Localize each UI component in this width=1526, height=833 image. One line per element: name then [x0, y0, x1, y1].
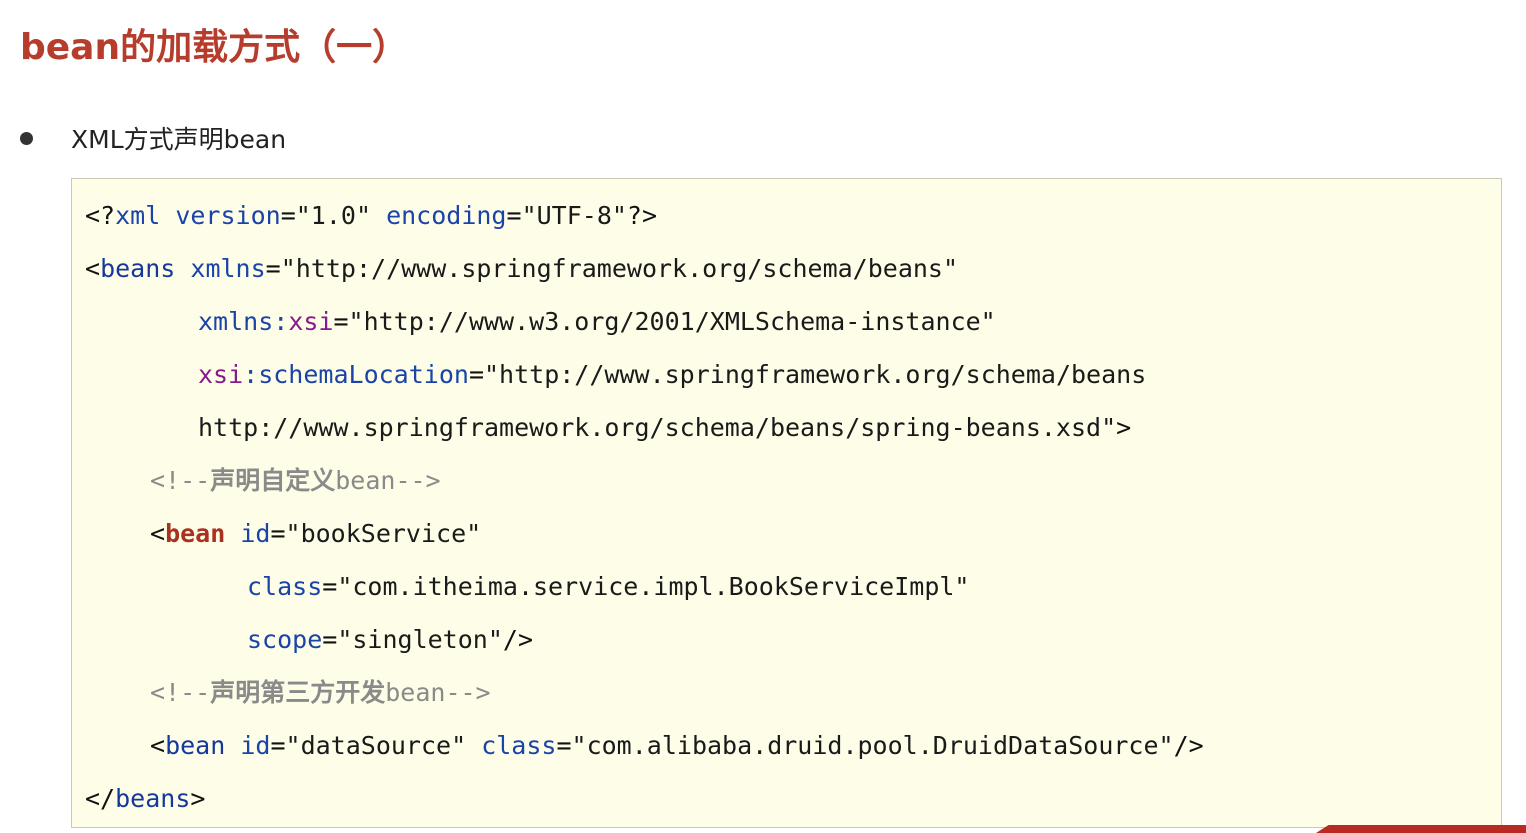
version-attribute: version [175, 201, 281, 230]
beans-tag-name: beans [115, 784, 191, 813]
xml-decl-close: ?> [626, 201, 658, 230]
schema-location-value-continued: http://www.springframework.org/schema/be… [198, 413, 1117, 442]
equals-sign: = [556, 731, 572, 760]
self-close-bracket: /> [1173, 731, 1204, 760]
corner-decoration [1316, 825, 1526, 833]
code-line-11: <bean id="dataSource" class="com.alibaba… [150, 726, 1204, 766]
code-block: <?xml version="1.0" encoding="UTF-8"?> <… [71, 178, 1502, 828]
tag-open-bracket: < [150, 731, 166, 760]
tag-close-bracket: > [1116, 413, 1132, 442]
schema-location-value: "http://www.springframework.org/schema/b… [484, 360, 1147, 389]
id-value: "bookService" [285, 519, 482, 548]
beans-tag-name: beans [100, 254, 176, 283]
bullet-dot-icon [20, 131, 33, 145]
comment-text: 声明自定义 [210, 466, 336, 495]
code-line-8: class="com.itheima.service.impl.BookServ… [247, 567, 969, 607]
self-close-bracket: /> [502, 625, 534, 654]
bullet-text: XML方式声明bean [71, 125, 287, 154]
id-attribute: id [240, 731, 271, 760]
equals-sign: = [270, 731, 286, 760]
comment-open: <!-- [150, 678, 211, 707]
equals-sign: = [322, 572, 338, 601]
bean-tag-name: bean [165, 731, 226, 760]
code-line-10: <!--声明第三方开发bean--> [150, 673, 491, 713]
class-attribute: class [247, 572, 323, 601]
code-line-3: xmlns:xsi="http://www.w3.org/2001/XMLSch… [198, 302, 996, 342]
encoding-attribute: encoding [386, 201, 507, 230]
comment-text: 声明第三方开发 [210, 678, 386, 707]
class-value: "com.itheima.service.impl.BookServiceImp… [337, 572, 970, 601]
xmlns-xsi-value: "http://www.w3.org/2001/XMLSchema-instan… [348, 307, 996, 336]
equals-sign: = [270, 519, 286, 548]
bean-tag-name: bean [165, 519, 226, 548]
code-line-2: <beans xmlns="http://www.springframework… [85, 249, 958, 289]
id-attribute: id [240, 519, 271, 548]
tag-close-bracket: > [190, 784, 206, 813]
closing-tag-open-bracket: </ [85, 784, 116, 813]
xml-decl-open: <? [85, 201, 116, 230]
bullet-item: XML方式声明bean [20, 118, 286, 158]
tag-open-bracket: < [150, 519, 166, 548]
xsi-namespace: xsi [198, 360, 244, 389]
code-line-6: <!--声明自定义bean--> [150, 461, 441, 501]
tag-open-bracket: < [85, 254, 101, 283]
equals-sign: = [468, 360, 484, 389]
class-value: "com.alibaba.druid.pool.DruidDataSource" [571, 731, 1174, 760]
equals-sign: = [506, 201, 522, 230]
scope-attribute: scope [247, 625, 323, 654]
code-line-5: http://www.springframework.org/schema/be… [198, 408, 1131, 448]
equals-sign: = [333, 307, 349, 336]
xsi-namespace: xsi [288, 307, 334, 336]
scope-value: "singleton" [337, 625, 503, 654]
comment-open: <!-- [150, 466, 211, 495]
version-value: "1.0" [295, 201, 372, 230]
xmlns-value: "http://www.springframework.org/schema/b… [280, 254, 959, 283]
equals-sign: = [280, 201, 296, 230]
page-title: bean的加载方式（一） [20, 27, 409, 68]
xmlns-attribute: xmlns [190, 254, 266, 283]
code-line-12: </beans> [85, 779, 205, 819]
comment-close: bean--> [385, 678, 491, 707]
equals-sign: = [322, 625, 338, 654]
equals-sign: = [265, 254, 281, 283]
class-attribute: class [481, 731, 557, 760]
comment-close: bean--> [335, 466, 441, 495]
code-line-9: scope="singleton"/> [247, 620, 533, 660]
code-line-1: <?xml version="1.0" encoding="UTF-8"?> [85, 196, 657, 236]
code-line-4: xsi:schemaLocation="http://www.springfra… [198, 355, 1146, 395]
encoding-value: "UTF-8" [521, 201, 627, 230]
xml-decl-name: xml [115, 201, 161, 230]
xmlns-prefix: xmlns: [198, 307, 289, 336]
schema-location-attribute: :schemaLocation [243, 360, 469, 389]
id-value: "dataSource" [285, 731, 467, 760]
code-line-7: <bean id="bookService" [150, 514, 481, 554]
